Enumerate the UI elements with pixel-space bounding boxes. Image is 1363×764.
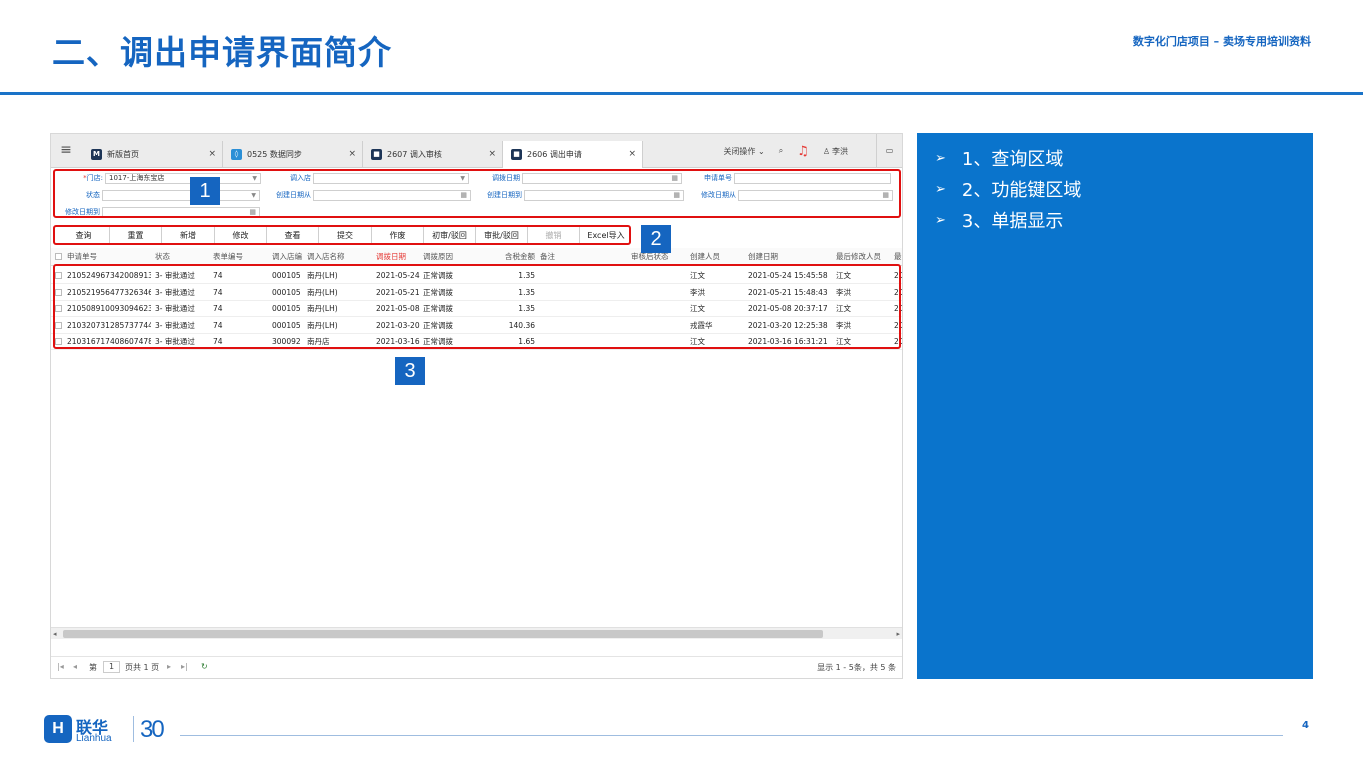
panel-item-document-area: ➢ 3、单据显示 [935,207,1063,233]
brand-name-en: Lianhua [76,733,112,744]
marker-2: 2 [641,225,671,253]
query-area-highlight [53,169,901,218]
tab-label: 0525 数据同步 [247,150,302,159]
tab-data-sync[interactable]: ◊ 0525 数据同步 × [223,141,363,168]
tab-transfer-out-apply[interactable]: ■ 2606 调出申请 × [503,141,643,168]
menu-icon[interactable]: ≡ [59,143,73,157]
form-tab-icon: ■ [371,149,382,160]
first-page-icon[interactable]: |◂ [57,662,64,671]
panel-item-text: 3、单据显示 [961,211,1064,232]
brand-logo: H 联华 Lianhua 30 [44,714,176,746]
logo-divider [133,716,134,742]
page-prefix: 第 [89,663,97,672]
scrollbar-thumb[interactable] [63,630,823,638]
form-tab-icon: ■ [511,149,522,160]
user-menu[interactable]: ♙ 李洪 [823,146,862,157]
marker-1: 1 [190,177,220,205]
arrow-bullet-icon: ➢ [935,212,946,228]
prev-page-icon[interactable]: ◂ [73,662,77,671]
sync-tab-icon: ◊ [231,149,242,160]
horizontal-scrollbar[interactable]: ◂ ▸ [51,627,902,639]
anniversary-mark: 30 [140,716,165,743]
close-icon[interactable]: × [208,149,216,159]
next-page-icon[interactable]: ▸ [167,662,171,671]
close-icon[interactable]: × [488,149,496,159]
brand-mark: H [44,715,72,743]
tab-bar: ≡ M 新版首页 × ◊ 0525 数据同步 × ■ 2607 调入审核 × ■… [51,134,902,168]
close-icon[interactable]: × [348,149,356,159]
scroll-right-icon[interactable]: ▸ [896,628,900,640]
monitor-icon[interactable]: ▭ [876,134,902,168]
tab-label: 新版首页 [107,150,139,159]
page-input[interactable]: 1 [103,661,120,673]
explanation-panel: ➢ 1、查询区域 ➢ 2、功能键区域 ➢ 3、单据显示 [917,133,1313,679]
refresh-icon[interactable]: ↻ [201,662,208,671]
title-divider [0,92,1363,95]
home-tab-icon: M [91,149,102,160]
select-all-checkbox[interactable] [55,253,62,260]
scroll-left-icon[interactable]: ◂ [53,628,57,640]
close-icon[interactable]: × [628,149,636,159]
tab-label: 2606 调出申请 [527,150,582,159]
panel-item-function-area: ➢ 2、功能键区域 [935,176,1081,202]
tab-transfer-in-review[interactable]: ■ 2607 调入审核 × [363,141,503,168]
pager: |◂ ◂ 第 1 页共 1 页 ▸ ▸| ↻ 显示 1 - 5条，共 5 条 [51,656,902,678]
search-icon[interactable]: ⌕ [779,146,783,156]
footer-divider [180,735,1283,736]
slide-title: 二、调出申请界面简介 [52,33,392,72]
grid-area-highlight [53,264,901,349]
page-number: 4 [1302,720,1309,731]
toolbar-right: 关闭操作 ⌄ ⌕ ♫ ♙ 李洪 ▭ [723,134,902,168]
panel-item-query-area: ➢ 1、查询区域 [935,145,1063,171]
pager-summary: 显示 1 - 5条，共 5 条 [817,663,896,672]
panel-item-text: 2、功能键区域 [961,180,1082,201]
arrow-bullet-icon: ➢ [935,150,946,166]
bell-icon[interactable]: ♫ [797,144,809,159]
last-page-icon[interactable]: ▸| [181,662,188,671]
tab-label: 2607 调入审核 [387,150,442,159]
marker-3: 3 [395,357,425,385]
panel-item-text: 1、查询区域 [961,149,1064,170]
page-total: 页共 1 页 [125,663,160,672]
button-area-highlight [53,225,631,245]
user-name: 李洪 [832,146,848,156]
arrow-bullet-icon: ➢ [935,181,946,197]
close-operations-menu[interactable]: 关闭操作 ⌄ [723,146,764,157]
slide-subtitle: 数字化门店项目 – 卖场专用培训资料 [1132,35,1311,48]
tab-home[interactable]: M 新版首页 × [83,141,223,168]
user-icon: ♙ [822,146,830,156]
